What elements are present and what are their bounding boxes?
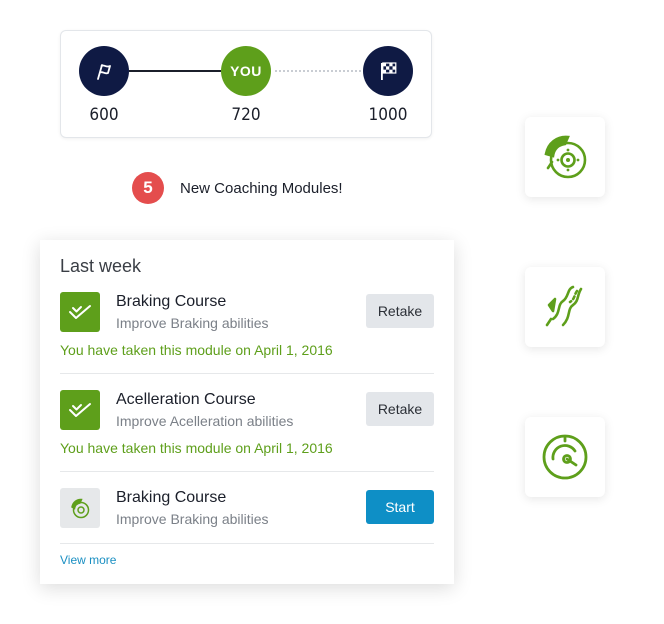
- goal-score: 1000: [368, 105, 408, 125]
- winding-road-icon: [545, 285, 583, 327]
- start-button[interactable]: Start: [366, 490, 434, 524]
- brake-disc-icon: [544, 135, 587, 179]
- module-title: Braking Course: [116, 293, 227, 310]
- panel-title: Last week: [60, 256, 142, 276]
- retake-button[interactable]: Retake: [366, 294, 434, 328]
- current-position-node: YOU: [221, 46, 271, 96]
- finish-node: [363, 46, 413, 96]
- start-score: 600: [89, 105, 119, 125]
- divider: [60, 373, 434, 374]
- module-subtitle: Improve Braking abilities: [116, 315, 269, 331]
- module-completed-badge: [60, 292, 100, 332]
- notification-count-badge: 5: [132, 172, 164, 204]
- module-completion-note: You have taken this module on April 1, 2…: [60, 440, 333, 456]
- speedometer-icon: [542, 434, 588, 480]
- last-week-panel: Last week Braking Course Improve Braking…: [40, 240, 454, 584]
- tile-brakes[interactable]: [525, 117, 605, 197]
- you-label: YOU: [230, 63, 262, 79]
- divider: [60, 471, 434, 472]
- new-modules-notification[interactable]: 5 New Coaching Modules!: [132, 172, 343, 204]
- module-icon: [60, 488, 100, 528]
- checkmark-icon: [69, 305, 91, 319]
- start-node: [79, 46, 129, 96]
- current-score: 720: [231, 105, 261, 125]
- module-title: Acelleration Course: [116, 391, 256, 408]
- checkered-flag-icon: [381, 62, 397, 80]
- divider: [60, 543, 434, 544]
- tile-curves[interactable]: [525, 267, 605, 347]
- module-completed-badge: [60, 390, 100, 430]
- module-subtitle: Improve Acelleration abilities: [116, 413, 294, 429]
- progress-line-complete: [129, 70, 221, 72]
- brake-disc-icon: [71, 498, 90, 519]
- checkmark-icon: [69, 403, 91, 417]
- module-subtitle: Improve Braking abilities: [116, 511, 269, 527]
- progress-line-remaining: [275, 70, 361, 72]
- progress-card: YOU 600 720 1000: [60, 30, 432, 138]
- module-completion-note: You have taken this module on April 1, 2…: [60, 342, 333, 358]
- module-title: Braking Course: [116, 489, 227, 506]
- flag-icon: [97, 64, 111, 80]
- retake-button[interactable]: Retake: [366, 392, 434, 426]
- view-more-link[interactable]: View more: [60, 553, 116, 567]
- tile-speed[interactable]: [525, 417, 605, 497]
- notification-text: New Coaching Modules!: [180, 179, 343, 197]
